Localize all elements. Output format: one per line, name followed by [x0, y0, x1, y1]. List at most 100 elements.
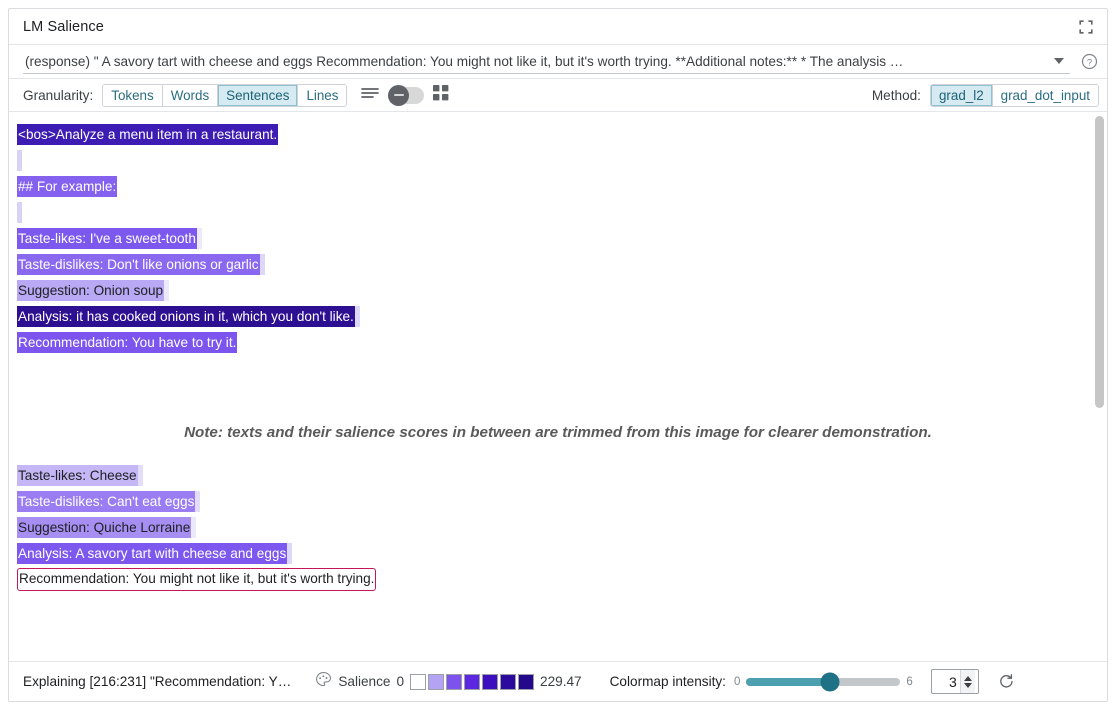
colormap-intensity-control: Colormap intensity: 0 6 [610, 669, 1016, 694]
chevron-down-icon[interactable] [1054, 58, 1064, 64]
legend-swatch [410, 674, 426, 690]
salience-segment-bottom: Taste-likes: Cheese Taste-dislikes: Can't… [9, 453, 1107, 617]
trim-note-text: Note: texts and their salience scores in… [184, 424, 932, 441]
salience-token[interactable]: Recommendation: You have to try it. [17, 332, 237, 353]
trim-note: Note: texts and their salience scores in… [9, 412, 1107, 453]
explaining-label: Explaining [216:231] "Recommendation: Y… [23, 674, 291, 689]
salience-segment-top: <bos>Analyze a menu item in a restaurant… [9, 112, 1107, 412]
salience-token[interactable]: Taste-dislikes: Don't like onions or gar… [17, 254, 260, 275]
salience-token[interactable] [17, 150, 22, 171]
salience-token[interactable]: Suggestion: Onion soup [17, 280, 164, 301]
salience-token[interactable]: <bos>Analyze a menu item in a restaurant… [17, 124, 278, 145]
granularity-option-words[interactable]: Words [163, 85, 218, 106]
salience-line: Suggestion: Onion soup [17, 277, 1107, 303]
legend-swatch [446, 674, 462, 690]
salience-token[interactable] [278, 124, 283, 145]
legend-swatch [428, 674, 444, 690]
salience-line: Analysis: A savory tart with cheese and … [17, 540, 1107, 566]
salience-token[interactable] [191, 517, 196, 538]
granularity-option-sentences[interactable]: Sentences [218, 85, 298, 106]
salience-top-scrollbar[interactable] [1094, 114, 1105, 410]
salience-token[interactable]: Analysis: it has cooked onions in it, wh… [17, 306, 355, 327]
salience-line: ## For example: [17, 173, 1107, 199]
svg-text:?: ? [1087, 57, 1092, 68]
granularity-label: Granularity: [23, 88, 93, 103]
stepper-arrows[interactable] [960, 670, 975, 693]
salience-legend: Salience 0 229.47 [315, 671, 581, 693]
legend-min-value: 0 [396, 674, 404, 689]
stepper-down-icon[interactable] [964, 683, 972, 688]
salience-token[interactable]: ## For example: [17, 176, 117, 197]
module-titlebar: LM Salience [9, 9, 1107, 45]
legend-swatch [518, 674, 534, 690]
expand-icon[interactable] [1075, 16, 1097, 38]
salience-token[interactable] [164, 280, 169, 301]
salience-token[interactable] [17, 202, 22, 223]
granularity-option-tokens[interactable]: Tokens [103, 85, 162, 106]
granularity-option-lines[interactable]: Lines [298, 85, 346, 106]
salience-line: Taste-likes: Cheese [17, 462, 1107, 488]
salience-line: Taste-likes: I've a sweet-tooth [17, 225, 1107, 251]
salience-token[interactable] [195, 491, 200, 512]
salience-line [17, 199, 1107, 225]
lm-salience-module: LM Salience (response) " A savory tart w… [8, 8, 1108, 702]
colormap-slider-wrap: 0 6 [734, 676, 913, 688]
salience-token-selected[interactable]: Recommendation: You might not like it, b… [17, 568, 376, 591]
grid-view-icon[interactable] [433, 85, 449, 106]
palette-icon [315, 671, 332, 693]
legend-label: Salience [338, 674, 390, 689]
salience-token[interactable] [287, 543, 292, 564]
salience-token[interactable]: Taste-likes: I've a sweet-tooth [17, 228, 197, 249]
response-selector-value: (response) " A savory tart with cheese a… [23, 54, 1048, 69]
salience-line: Recommendation: You might not like it, b… [17, 566, 1107, 592]
salience-lines-bottom: Taste-likes: Cheese Taste-dislikes: Can't… [17, 462, 1107, 592]
salience-line: Analysis: it has cooked onions in it, wh… [17, 303, 1107, 329]
salience-token[interactable] [197, 228, 202, 249]
text-lines-icon[interactable] [361, 86, 379, 105]
granularity-segmented-control: Tokens Words Sentences Lines [102, 84, 347, 107]
response-selector[interactable]: (response) " A savory tart with cheese a… [23, 50, 1070, 74]
legend-swatch [464, 674, 480, 690]
salience-line: Taste-dislikes: Can't eat eggs [17, 488, 1107, 514]
salience-line [17, 147, 1107, 173]
lm-salience-app: LM Salience (response) " A savory tart w… [0, 0, 1116, 710]
salience-token[interactable]: Analysis: A savory tart with cheese and … [17, 543, 287, 564]
slider-handle[interactable] [820, 672, 839, 691]
salience-token[interactable] [355, 306, 360, 327]
method-segmented-control: grad_l2 grad_dot_input [930, 84, 1099, 107]
salience-token[interactable]: Suggestion: Quiche Lorraine [17, 517, 191, 538]
display-mode-toggle[interactable] [388, 87, 424, 104]
reset-icon[interactable] [998, 673, 1016, 691]
colormap-intensity-stepper[interactable] [931, 669, 979, 694]
slider-max-label: 6 [906, 676, 912, 688]
slider-min-label: 0 [734, 676, 740, 688]
method-option-grad-dot-input[interactable]: grad_dot_input [993, 85, 1098, 106]
view-tool-icons [361, 85, 449, 106]
scrollbar-thumb[interactable] [1095, 116, 1104, 408]
legend-swatch [482, 674, 498, 690]
colormap-intensity-label: Colormap intensity: [610, 674, 726, 689]
legend-swatch [500, 674, 516, 690]
toggle-knob [388, 85, 409, 106]
salience-token[interactable] [138, 465, 143, 486]
response-selector-row: (response) " A savory tart with cheese a… [9, 45, 1107, 79]
salience-token[interactable] [117, 176, 122, 197]
help-circle-icon[interactable]: ? [1081, 53, 1099, 71]
page-title: LM Salience [23, 19, 104, 35]
stepper-up-icon[interactable] [964, 676, 972, 681]
slider-fill [746, 678, 829, 686]
colormap-intensity-input[interactable] [932, 674, 960, 690]
legend-max-value: 229.47 [540, 674, 582, 689]
salience-token[interactable]: Taste-likes: Cheese [17, 465, 138, 486]
legend-swatches [410, 674, 534, 690]
method-label: Method: [872, 88, 921, 103]
salience-token[interactable] [260, 254, 265, 275]
salience-token[interactable] [237, 332, 242, 353]
method-option-grad-l2[interactable]: grad_l2 [931, 85, 993, 106]
status-footer: Explaining [216:231] "Recommendation: Y…… [9, 661, 1107, 701]
salience-token[interactable]: Taste-dislikes: Can't eat eggs [17, 491, 195, 512]
salience-line: Suggestion: Quiche Lorraine [17, 514, 1107, 540]
colormap-intensity-slider[interactable] [746, 678, 900, 686]
controls-row: Granularity: Tokens Words Sentences Line… [9, 79, 1107, 112]
salience-line: Taste-dislikes: Don't like onions or gar… [17, 251, 1107, 277]
